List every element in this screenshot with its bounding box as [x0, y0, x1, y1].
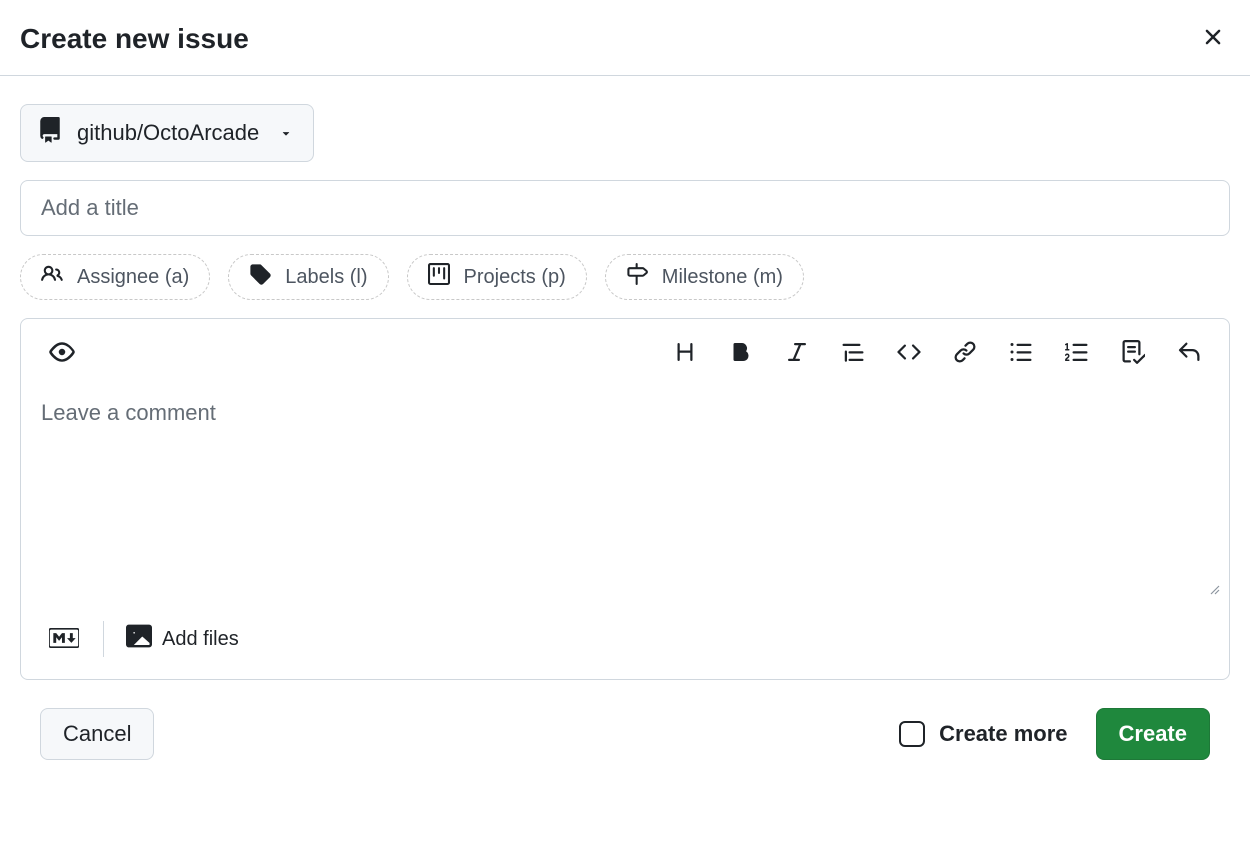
- eye-icon: [49, 339, 75, 368]
- reply-button[interactable]: [1175, 338, 1203, 369]
- projects-label: Projects (p): [464, 266, 566, 289]
- cancel-button[interactable]: Cancel: [40, 708, 154, 760]
- reply-icon: [1177, 340, 1201, 367]
- assignee-label: Assignee (a): [77, 266, 189, 289]
- italic-icon: [785, 340, 809, 367]
- divider: [103, 621, 104, 657]
- bold-button[interactable]: [727, 338, 755, 369]
- bold-icon: [729, 340, 753, 367]
- assignee-pill[interactable]: Assignee (a): [20, 254, 210, 300]
- milestone-icon: [626, 263, 648, 291]
- heading-icon: [673, 340, 697, 367]
- projects-pill[interactable]: Projects (p): [407, 254, 587, 300]
- create-more-label: Create more: [939, 721, 1067, 747]
- labels-label: Labels (l): [285, 266, 367, 289]
- ordered-list-button[interactable]: [1063, 338, 1091, 369]
- italic-button[interactable]: [783, 338, 811, 369]
- link-icon: [953, 340, 977, 367]
- link-button[interactable]: [951, 338, 979, 369]
- repo-icon: [37, 117, 63, 149]
- preview-button[interactable]: [47, 337, 77, 370]
- milestone-label: Milestone (m): [662, 266, 783, 289]
- repo-name: github/OctoArcade: [77, 120, 259, 146]
- chevron-down-icon: [279, 120, 293, 146]
- create-more-checkbox[interactable]: [899, 721, 925, 747]
- heading-button[interactable]: [671, 338, 699, 369]
- add-files-label: Add files: [162, 628, 239, 651]
- milestone-pill[interactable]: Milestone (m): [605, 254, 804, 300]
- people-icon: [41, 263, 63, 291]
- resize-handle-icon[interactable]: [1205, 580, 1221, 601]
- quote-button[interactable]: [839, 338, 867, 369]
- quote-icon: [841, 340, 865, 367]
- labels-pill[interactable]: Labels (l): [228, 254, 388, 300]
- comment-editor: Add files: [20, 318, 1230, 680]
- issue-title-input[interactable]: [20, 180, 1230, 236]
- close-icon: [1200, 24, 1226, 53]
- unordered-list-button[interactable]: [1007, 338, 1035, 369]
- create-more-toggle[interactable]: Create more: [899, 721, 1067, 747]
- list-ordered-icon: [1065, 340, 1089, 367]
- markdown-icon: [49, 628, 79, 651]
- list-unordered-icon: [1009, 340, 1033, 367]
- add-files-button[interactable]: Add files: [126, 623, 239, 655]
- code-icon: [897, 340, 921, 367]
- markdown-help-button[interactable]: [47, 626, 81, 653]
- create-button[interactable]: Create: [1096, 708, 1210, 760]
- tasklist-icon: [1121, 340, 1145, 367]
- repo-selector[interactable]: github/OctoArcade: [20, 104, 314, 162]
- code-button[interactable]: [895, 338, 923, 369]
- image-icon: [126, 623, 152, 655]
- close-button[interactable]: [1196, 20, 1230, 57]
- metadata-pills: Assignee (a) Labels (l) Projects (p) Mil…: [20, 254, 1230, 300]
- tag-icon: [249, 263, 271, 291]
- task-list-button[interactable]: [1119, 338, 1147, 369]
- project-icon: [428, 263, 450, 291]
- dialog-title: Create new issue: [20, 23, 249, 55]
- comment-textarea[interactable]: [41, 400, 1209, 580]
